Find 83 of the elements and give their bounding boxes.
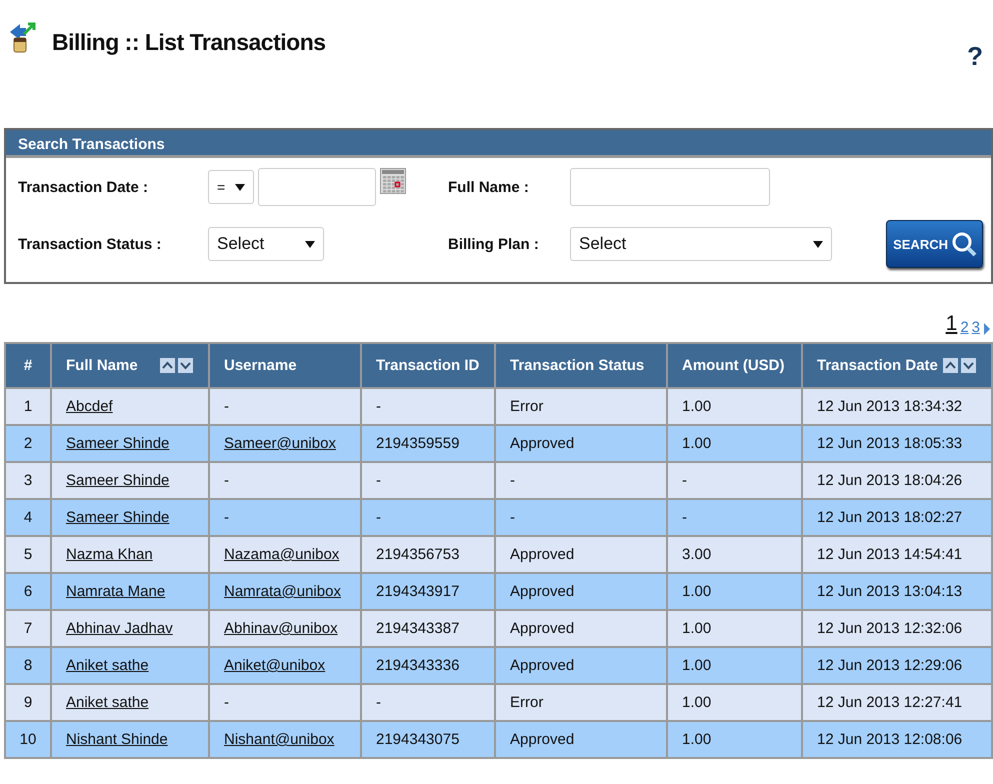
table-cell: 2194343075 — [361, 721, 495, 758]
field-label: Transaction Date : — [18, 178, 150, 196]
plan-dropdown[interactable]: Select — [570, 227, 832, 261]
table-cell: 8 — [5, 647, 51, 684]
table-cell: - — [361, 499, 495, 536]
table-cell: 1.00 — [667, 647, 802, 684]
table-cell: 9 — [5, 684, 51, 721]
search-button[interactable]: SEARCH — [886, 220, 983, 268]
table-cell: 4 — [5, 499, 51, 536]
column-label: Transaction Date — [817, 357, 938, 374]
table-cell: 1.00 — [667, 684, 802, 721]
table-cell: Approved — [495, 647, 667, 684]
full-name-field[interactable] — [570, 168, 770, 206]
table-cell: - — [495, 462, 667, 499]
table-cell: 2194343917 — [361, 573, 495, 610]
name-link[interactable]: Abcdef — [66, 398, 113, 415]
table-cell: 1.00 — [667, 610, 802, 647]
table-cell: 12 Jun 2013 18:05:33 — [802, 425, 992, 462]
table-cell: - — [667, 462, 802, 499]
table-cell: 12 Jun 2013 12:27:41 — [802, 684, 992, 721]
sort-arrows-icon[interactable] — [160, 358, 194, 373]
table-cell: 12 Jun 2013 12:29:06 — [802, 647, 992, 684]
table-cell: - — [495, 499, 667, 536]
column-label: Transaction Status — [510, 357, 644, 374]
table-cell: - — [667, 499, 802, 536]
table-cell: 1.00 — [667, 573, 802, 610]
field-label: Billing Plan : — [448, 236, 540, 252]
table-cell: 12 Jun 2013 12:32:06 — [802, 610, 992, 647]
table-cell: 12 Jun 2013 14:54:41 — [802, 536, 992, 573]
table-cell: 2194356753 — [361, 536, 495, 573]
table-cell: 2 — [5, 425, 51, 462]
page-link[interactable]: 3 — [972, 319, 980, 336]
table-cell: 1 — [5, 388, 51, 425]
table-cell: 1.00 — [667, 425, 802, 462]
table-cell: Approved — [495, 425, 667, 462]
column-label: Amount (USD) — [682, 357, 784, 374]
table-cell: Error — [495, 684, 667, 721]
table-cell: - — [209, 499, 361, 536]
table-cell: 10 — [5, 721, 51, 758]
help-link[interactable]: ? — [967, 40, 983, 72]
field-label: Full Name : — [448, 178, 530, 196]
table-cell: Approved — [495, 721, 667, 758]
table-cell: Approved — [495, 610, 667, 647]
table-cell: 12 Jun 2013 18:34:32 — [802, 388, 992, 425]
panel-title: Search Transactions — [6, 130, 991, 158]
table-cell: 3 — [5, 462, 51, 499]
page-link[interactable]: 2 — [960, 319, 969, 336]
table-cell: 2194343387 — [361, 610, 495, 647]
search-icon — [950, 230, 978, 258]
table-cell: Approved — [495, 536, 667, 573]
date-field[interactable] — [258, 168, 376, 206]
table-cell: 1.00 — [667, 388, 802, 425]
sort-arrows-icon[interactable] — [943, 358, 977, 373]
page-link[interactable]: 1 — [946, 312, 958, 336]
operator-dropdown[interactable]: = — [208, 170, 254, 204]
table-cell: - — [209, 684, 361, 721]
column-label: Transaction ID — [376, 357, 480, 374]
page-title: Billing :: List Transactions — [52, 28, 327, 56]
column-label: Username — [224, 357, 297, 374]
table-cell: Approved — [495, 573, 667, 610]
table-cell: 12 Jun 2013 13:04:13 — [802, 573, 992, 610]
table-cell: 5 — [5, 536, 51, 573]
table-cell: - — [361, 388, 495, 425]
table-cell: - — [361, 462, 495, 499]
table-cell: - — [209, 388, 361, 425]
table-cell: 2194343336 — [361, 647, 495, 684]
next-page-icon[interactable] — [983, 322, 991, 336]
table-cell: 12 Jun 2013 12:08:06 — [802, 721, 992, 758]
table-cell: 2194359559 — [361, 425, 495, 462]
table-cell: 1.00 — [667, 721, 802, 758]
calendar-icon[interactable] — [380, 168, 406, 194]
table-cell: Error — [495, 388, 667, 425]
table-cell: 12 Jun 2013 18:04:26 — [802, 462, 992, 499]
column-label: Full Name — [66, 357, 138, 374]
status-dropdown[interactable]: Select — [208, 227, 324, 261]
table-cell: 12 Jun 2013 18:02:27 — [802, 499, 992, 536]
table-cell: 7 — [5, 610, 51, 647]
column-label: # — [24, 357, 32, 374]
table-cell: 3.00 — [667, 536, 802, 573]
table-cell: - — [209, 462, 361, 499]
field-label: Transaction Status : — [18, 236, 162, 252]
table-cell: 6 — [5, 573, 51, 610]
table-cell: - — [361, 684, 495, 721]
